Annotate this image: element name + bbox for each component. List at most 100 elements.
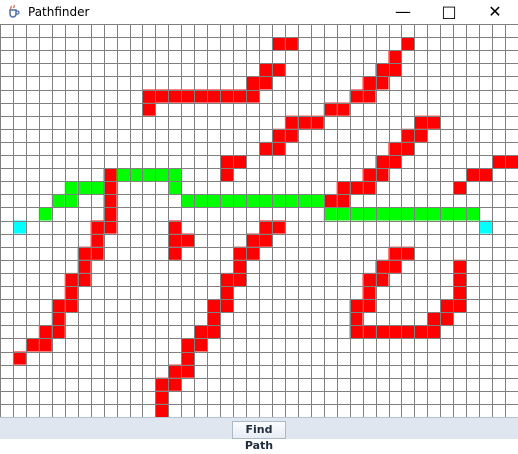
wall-cell[interactable] <box>155 390 169 404</box>
wall-cell[interactable] <box>233 246 247 260</box>
wall-cell[interactable] <box>414 128 428 142</box>
wall-cell[interactable] <box>220 272 234 286</box>
path-cell[interactable] <box>194 194 208 208</box>
wall-cell[interactable] <box>64 286 78 300</box>
wall-cell[interactable] <box>168 220 182 234</box>
wall-cell[interactable] <box>12 351 26 365</box>
wall-cell[interactable] <box>155 89 169 103</box>
wall-cell[interactable] <box>453 286 467 300</box>
path-cell[interactable] <box>246 194 259 208</box>
wall-cell[interactable] <box>168 377 182 391</box>
wall-cell[interactable] <box>284 115 298 129</box>
wall-cell[interactable] <box>194 338 208 352</box>
wall-cell[interactable] <box>271 220 285 234</box>
wall-cell[interactable] <box>388 259 402 273</box>
wall-cell[interactable] <box>375 155 389 169</box>
wall-cell[interactable] <box>77 246 91 260</box>
wall-cell[interactable] <box>466 168 480 182</box>
wall-cell[interactable] <box>77 259 91 273</box>
wall-cell[interactable] <box>207 312 221 326</box>
wall-cell[interactable] <box>90 246 104 260</box>
wall-cell[interactable] <box>103 181 117 195</box>
wall-cell[interactable] <box>207 325 221 339</box>
wall-cell[interactable] <box>259 220 272 234</box>
find-path-button[interactable]: Find Path <box>232 421 286 452</box>
path-cell[interactable] <box>220 194 234 208</box>
title-bar[interactable]: Pathfinder — □ ✕ <box>0 0 518 24</box>
path-cell[interactable] <box>336 207 350 221</box>
wall-cell[interactable] <box>388 155 402 169</box>
wall-cell[interactable] <box>220 299 234 313</box>
wall-cell[interactable] <box>349 299 363 313</box>
wall-cell[interactable] <box>181 89 195 103</box>
wall-cell[interactable] <box>64 299 78 313</box>
path-cell[interactable] <box>427 207 441 221</box>
wall-cell[interactable] <box>168 364 182 378</box>
wall-cell[interactable] <box>168 233 182 247</box>
path-cell[interactable] <box>207 194 221 208</box>
wall-cell[interactable] <box>51 312 65 326</box>
wall-cell[interactable] <box>349 312 363 326</box>
wall-cell[interactable] <box>271 63 285 77</box>
wall-cell[interactable] <box>155 377 169 391</box>
wall-cell[interactable] <box>362 299 376 313</box>
wall-cell[interactable] <box>453 299 467 313</box>
wall-cell[interactable] <box>453 272 467 286</box>
wall-cell[interactable] <box>427 325 441 339</box>
wall-cell[interactable] <box>233 272 247 286</box>
path-cell[interactable] <box>233 194 247 208</box>
wall-cell[interactable] <box>25 338 39 352</box>
wall-cell[interactable] <box>414 115 428 129</box>
wall-cell[interactable] <box>310 115 324 129</box>
wall-cell[interactable] <box>246 76 259 90</box>
wall-cell[interactable] <box>259 63 272 77</box>
maximize-button[interactable]: □ <box>426 0 472 24</box>
wall-cell[interactable] <box>362 168 376 182</box>
wall-cell[interactable] <box>155 403 169 417</box>
path-cell[interactable] <box>51 194 65 208</box>
path-cell[interactable] <box>168 181 182 195</box>
path-cell[interactable] <box>414 207 428 221</box>
endpoint-cell[interactable] <box>479 220 493 234</box>
wall-cell[interactable] <box>181 351 195 365</box>
path-cell[interactable] <box>64 194 78 208</box>
wall-cell[interactable] <box>336 102 350 116</box>
wall-cell[interactable] <box>401 128 415 142</box>
wall-cell[interactable] <box>375 272 389 286</box>
wall-cell[interactable] <box>51 325 65 339</box>
wall-cell[interactable] <box>194 325 208 339</box>
wall-cell[interactable] <box>479 168 493 182</box>
wall-cell[interactable] <box>440 312 454 326</box>
wall-cell[interactable] <box>388 246 402 260</box>
path-cell[interactable] <box>168 168 182 182</box>
path-cell[interactable] <box>362 207 376 221</box>
wall-cell[interactable] <box>259 233 272 247</box>
wall-cell[interactable] <box>168 89 182 103</box>
path-cell[interactable] <box>388 207 402 221</box>
wall-cell[interactable] <box>181 338 195 352</box>
path-cell[interactable] <box>375 207 389 221</box>
wall-cell[interactable] <box>246 233 259 247</box>
wall-cell[interactable] <box>440 299 454 313</box>
wall-cell[interactable] <box>492 155 506 169</box>
wall-cell[interactable] <box>90 220 104 234</box>
path-cell[interactable] <box>38 207 52 221</box>
wall-cell[interactable] <box>194 89 208 103</box>
wall-cell[interactable] <box>284 128 298 142</box>
path-cell[interactable] <box>155 168 169 182</box>
wall-cell[interactable] <box>284 37 298 51</box>
wall-cell[interactable] <box>233 259 247 273</box>
wall-cell[interactable] <box>349 325 363 339</box>
wall-cell[interactable] <box>142 89 156 103</box>
wall-cell[interactable] <box>103 207 117 221</box>
wall-cell[interactable] <box>38 338 52 352</box>
wall-cell[interactable] <box>64 272 78 286</box>
path-cell[interactable] <box>129 168 143 182</box>
path-cell[interactable] <box>310 194 324 208</box>
wall-cell[interactable] <box>233 89 247 103</box>
wall-cell[interactable] <box>362 76 376 90</box>
wall-cell[interactable] <box>375 325 389 339</box>
wall-cell[interactable] <box>349 89 363 103</box>
wall-cell[interactable] <box>401 325 415 339</box>
wall-cell[interactable] <box>375 168 389 182</box>
